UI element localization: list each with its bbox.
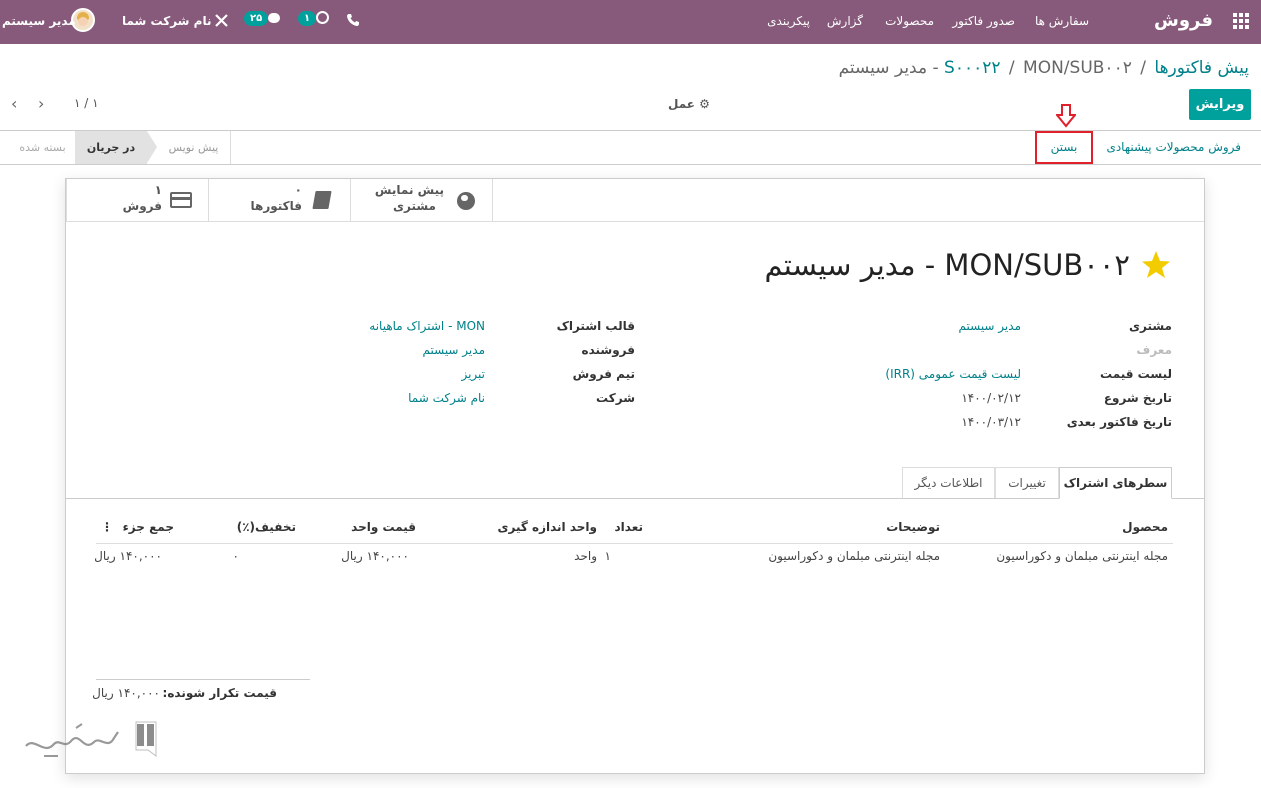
messaging-button[interactable]: ۲۵ — [244, 10, 281, 28]
field-value-next-invoice: ۱۴۰۰/۰۳/۱۲ — [961, 415, 1021, 429]
upsell-button[interactable]: فروش محصولات پیشنهادی — [1106, 140, 1241, 154]
cell-description[interactable]: مجله اینترنتی مبلمان و دکوراسیون — [768, 549, 940, 563]
menu-item-products[interactable]: محصولات — [885, 0, 934, 44]
field-value-pricelist[interactable]: لیست قیمت عمومی (IRR) — [885, 367, 1021, 381]
cell-unit-price[interactable]: ۱۴۰,۰۰۰ ریال — [341, 549, 409, 563]
table-header-border — [96, 543, 1173, 544]
field-value-customer[interactable]: مدیر سیستم — [959, 319, 1022, 333]
clock-icon — [315, 11, 329, 24]
book-icon — [312, 191, 332, 209]
column-header-description[interactable]: توضیحات — [886, 520, 940, 534]
breadcrumb-quotations[interactable]: پیش فاکتورها — [1154, 58, 1249, 78]
favorite-star-icon[interactable] — [1141, 250, 1171, 280]
phone-icon[interactable] — [346, 13, 360, 27]
field-label-company: شرکت — [596, 391, 635, 405]
cell-discount[interactable]: ۰ — [233, 549, 239, 563]
breadcrumb-order[interactable]: S۰۰۰۲۲ — [944, 58, 1000, 78]
field-label-start-date: تاریخ شروع — [1103, 391, 1172, 405]
pager-prev-icon[interactable]: ‹ — [11, 96, 17, 112]
column-header-discount[interactable]: تخفیف(٪) — [237, 520, 296, 534]
optional-columns-icon[interactable]: ⋮ — [101, 520, 113, 534]
stage-draft[interactable]: پیش نویس — [157, 131, 231, 164]
top-navbar: فروش سفارش ها صدور فاکتور محصولات گزارش … — [0, 0, 1261, 44]
field-value-start-date: ۱۴۰۰/۰۲/۱۲ — [961, 391, 1021, 405]
recurring-price-label: قیمت تکرار شونده: — [162, 686, 277, 700]
cell-qty[interactable]: ۱ — [605, 549, 611, 563]
menu-item-invoicing[interactable]: صدور فاکتور — [952, 0, 1015, 44]
field-value-company[interactable]: نام شرکت شما — [408, 391, 485, 405]
watermark-logo — [24, 716, 166, 764]
field-label-next-invoice: تاریخ فاکتور بعدی — [1066, 415, 1172, 429]
menu-item-orders[interactable]: سفارش ها — [1035, 0, 1089, 44]
edit-button[interactable]: ویرایش — [1189, 89, 1251, 120]
cell-uom[interactable]: واحد — [574, 549, 597, 563]
credit-card-icon — [170, 192, 192, 208]
field-label-customer: مشتری — [1128, 319, 1172, 333]
activities-button[interactable]: ۱ — [298, 10, 329, 28]
tab-changes[interactable]: تغییرات — [995, 467, 1059, 498]
column-header-subtotal[interactable]: جمع جزء — [123, 520, 174, 534]
pager-next-icon[interactable]: › — [38, 96, 44, 112]
invoices-stat-button[interactable]: ۰ فاکتورها — [208, 179, 350, 222]
user-menu[interactable]: مدیر سیستم — [2, 0, 76, 44]
field-value-sales-team[interactable]: تبریز — [461, 367, 485, 381]
field-label-referrer: معرف — [1136, 343, 1172, 357]
field-value-template[interactable]: MON - اشتراک ماهیانه — [369, 319, 485, 333]
menu-item-reporting[interactable]: گزارش — [827, 0, 863, 44]
column-header-uom[interactable]: واحد اندازه گیری — [497, 520, 597, 534]
messages-badge: ۲۵ — [244, 11, 269, 26]
action-menu[interactable]: ⚙ عمل — [668, 97, 710, 111]
column-header-product[interactable]: محصول — [1122, 520, 1168, 534]
breadcrumb: پیش فاکتورها / S۰۰۰۲۲ / MON/SUB۰۰۲ - مدی… — [838, 58, 1249, 78]
chat-icon — [268, 12, 281, 23]
company-switcher[interactable]: نام شرکت شما — [122, 0, 211, 44]
column-header-qty[interactable]: تعداد — [615, 520, 643, 534]
recurring-price-value: ۱۴۰,۰۰۰ ریال — [92, 686, 160, 700]
activities-badge: ۱ — [298, 11, 317, 26]
menu-item-configuration[interactable]: پیکربندی — [767, 0, 810, 44]
customer-preview-button[interactable]: پیش نمایش مشتری — [350, 179, 493, 222]
stage-closed[interactable]: بسته شده — [10, 131, 75, 164]
field-label-sales-team: تیم فروش — [572, 367, 635, 381]
debug-tools-icon[interactable] — [215, 14, 228, 27]
close-subscription-button[interactable]: بستن — [1035, 131, 1093, 164]
app-name[interactable]: فروش — [1154, 0, 1213, 44]
tab-other-info[interactable]: اطلاعات دیگر — [902, 467, 995, 498]
sales-stat-button[interactable]: ۱ فروش — [66, 179, 208, 222]
field-label-pricelist: لیست قیمت — [1100, 367, 1172, 381]
cell-product[interactable]: مجله اینترنتی مبلمان و دکوراسیون — [996, 549, 1168, 563]
record-title: MON/SUB۰۰۲ - مدیر سیستم — [764, 248, 1131, 282]
gear-icon: ⚙ — [699, 97, 710, 111]
globe-icon — [457, 192, 475, 210]
field-label-salesperson: فروشنده — [581, 343, 636, 357]
stage-in-progress[interactable]: در جریان — [75, 131, 147, 164]
tab-subscription-lines[interactable]: سطرهای اشتراک — [1059, 467, 1172, 499]
total-divider — [96, 679, 310, 680]
cell-subtotal: ۱۴۰,۰۰۰ ریال — [94, 549, 162, 563]
field-label-template: قالب اشتراک — [556, 319, 635, 333]
stage-arrow — [147, 131, 157, 163]
tabs-bar — [66, 498, 1204, 499]
apps-menu-icon[interactable] — [1233, 13, 1249, 29]
pager-value[interactable]: ۱ / ۱ — [74, 96, 99, 110]
column-header-unit-price[interactable]: قیمت واحد — [351, 520, 416, 534]
field-value-salesperson[interactable]: مدیر سیستم — [423, 343, 486, 357]
arrow-down-icon — [1054, 104, 1078, 128]
